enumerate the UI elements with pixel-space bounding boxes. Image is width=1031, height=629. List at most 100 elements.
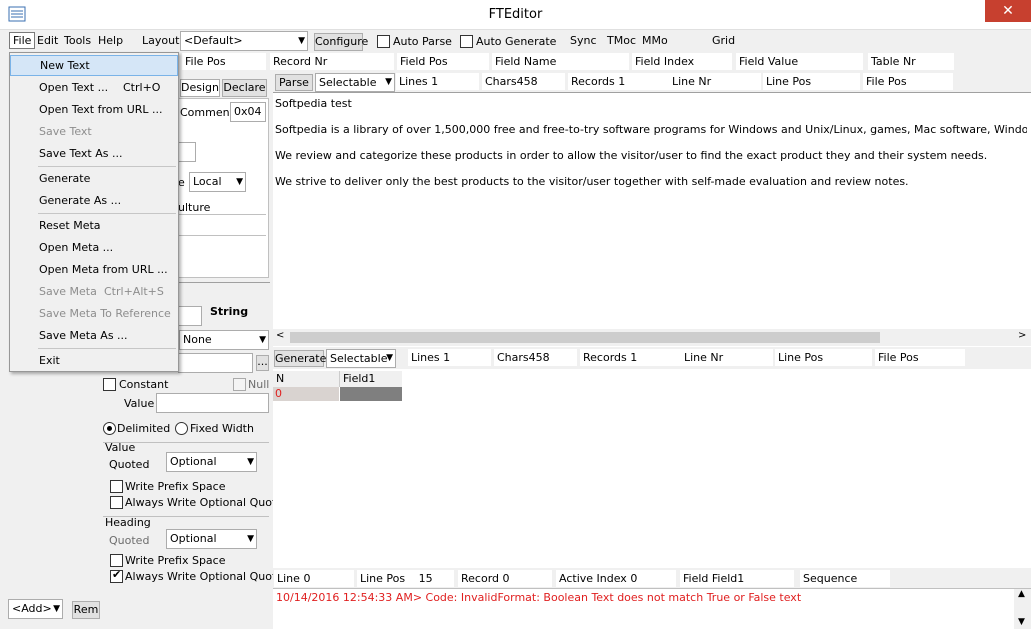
log-panel[interactable]: 10/14/2016 12:54:33 AM> Code: InvalidFor… — [273, 588, 1031, 629]
grid-cell-field1[interactable] — [340, 387, 402, 401]
hdr-field-name: Field Name — [492, 53, 629, 70]
menu-help[interactable]: Help — [98, 34, 123, 47]
add-select[interactable]: <Add> ▼ — [8, 599, 63, 619]
tab-design[interactable]: Design — [180, 79, 220, 97]
chevron-down-icon: ▼ — [386, 353, 393, 363]
menu-separator — [38, 213, 176, 214]
menu-item-reset-meta[interactable]: Reset Meta — [10, 215, 178, 236]
generate-line-nr: Line Nr — [681, 349, 773, 366]
shortcut-label: Ctrl+Alt+S — [104, 285, 164, 298]
status-line: Line 0 — [274, 570, 354, 587]
parse-chars: Chars458 — [482, 73, 565, 90]
sync-button[interactable]: Sync — [570, 34, 597, 47]
small-field[interactable] — [178, 142, 196, 162]
status-line-pos: Line Pos 15 — [357, 570, 454, 587]
text-horizontal-scrollbar[interactable]: < > — [273, 329, 1031, 346]
heading-quoted-label: Quoted — [109, 534, 150, 547]
ellipsis-button[interactable]: ... — [256, 355, 269, 371]
tab-declare[interactable]: Declare — [222, 79, 267, 97]
heading-write-prefix-space-label: Write Prefix Space — [125, 554, 226, 567]
tmoc-button[interactable]: TMoc — [607, 34, 636, 47]
heading-always-write-optional-quote-checkbox[interactable] — [110, 568, 123, 583]
text-editor[interactable]: Softpedia test Softpedia is a library of… — [273, 92, 1031, 347]
menu-item-open-text-url[interactable]: Open Text from URL ... — [10, 99, 178, 120]
menu-item-open-meta-url[interactable]: Open Meta from URL ... — [10, 259, 178, 280]
menu-item-save-meta-as[interactable]: Save Meta As ... — [10, 325, 178, 346]
chevron-down-icon: ▼ — [53, 604, 60, 614]
partial-label: e — [178, 176, 185, 189]
text-line: Softpedia test — [275, 97, 352, 110]
menu-item-open-text[interactable]: Open Text ... Ctrl+O — [10, 77, 178, 98]
constant-checkbox[interactable] — [103, 378, 116, 391]
menu-item-save-meta-reference[interactable]: Save Meta To Reference — [10, 303, 178, 324]
parse-lines: Lines 1 — [396, 73, 479, 90]
menu-edit[interactable]: Edit — [37, 34, 58, 47]
menu-item-new-text[interactable]: New Text — [10, 55, 178, 76]
generate-records: Records 1 — [580, 349, 681, 366]
null-checkbox[interactable] — [233, 378, 246, 391]
menu-item-save-meta[interactable]: Save Meta Ctrl+Alt+S — [10, 281, 178, 302]
parse-file-pos: File Pos — [863, 73, 953, 90]
menu-layout[interactable]: Layout — [142, 34, 179, 47]
menu-separator — [38, 166, 176, 167]
chevron-left-icon[interactable]: < — [276, 330, 284, 341]
write-prefix-space-checkbox[interactable] — [110, 480, 123, 493]
always-write-optional-quote-checkbox[interactable] — [110, 496, 123, 509]
mmo-button[interactable]: MMo — [642, 34, 668, 47]
menu-item-generate-as[interactable]: Generate As ... — [10, 190, 178, 211]
menu-item-exit[interactable]: Exit — [10, 350, 178, 371]
text-line: We strive to deliver only the best produ… — [275, 175, 909, 188]
title-bar: FTEditor ✕ — [0, 0, 1031, 30]
scroll-thumb[interactable] — [290, 332, 880, 343]
small-field-2[interactable] — [178, 306, 202, 326]
text-field[interactable] — [178, 353, 253, 373]
local-select[interactable]: Local ▼ — [189, 172, 246, 192]
record-grid[interactable]: N Field1 0 — [273, 369, 1031, 568]
close-icon[interactable]: ✕ — [985, 0, 1031, 22]
auto-parse-checkbox[interactable] — [377, 35, 390, 48]
value-field[interactable] — [156, 393, 269, 413]
menu-item-save-text-as[interactable]: Save Text As ... — [10, 143, 178, 164]
grid-col-n[interactable]: N — [273, 371, 339, 387]
menu-item-open-meta[interactable]: Open Meta ... — [10, 237, 178, 258]
heading-quoted-select[interactable]: Optional ▼ — [166, 529, 257, 549]
status-active-index: Active Index 0 — [556, 570, 676, 587]
grid-button[interactable]: Grid — [712, 34, 735, 47]
comment-field[interactable]: 0x04 — [230, 102, 266, 122]
heading-write-prefix-space-checkbox[interactable] — [110, 554, 123, 567]
value-label: Value — [124, 397, 155, 410]
shortcut-label: Ctrl+O — [123, 81, 161, 94]
divider — [178, 214, 266, 215]
parse-selectable-select[interactable]: Selectable ▼ — [315, 73, 395, 92]
grid-row-n[interactable]: 0 — [273, 387, 339, 401]
comment-label: Comment — [180, 106, 234, 119]
grid-col-field1[interactable]: Field1 — [339, 371, 402, 387]
hdr-table-nr: Table Nr — [868, 53, 954, 70]
rem-button[interactable]: Rem — [72, 601, 100, 619]
divider — [178, 235, 266, 236]
quoted-select[interactable]: Optional ▼ — [166, 452, 257, 472]
delimited-radio[interactable] — [103, 422, 116, 435]
menu-item-save-text[interactable]: Save Text — [10, 121, 178, 142]
value-section-label: Value — [105, 441, 136, 454]
menu-file[interactable]: File — [9, 32, 36, 49]
chevron-up-icon[interactable]: ▲ — [1018, 589, 1025, 599]
auto-generate-checkbox[interactable] — [460, 35, 473, 48]
menu-tools[interactable]: Tools — [64, 34, 91, 47]
quoted-value: Optional — [170, 455, 217, 468]
configure-button[interactable]: Configure — [314, 33, 368, 51]
status-sequence: Sequence — [800, 570, 890, 587]
chevron-down-icon: ▼ — [298, 36, 305, 46]
generate-selectable-select[interactable]: Selectable ▼ — [326, 349, 396, 368]
chevron-down-icon: ▼ — [259, 335, 266, 345]
generate-button[interactable]: Generate — [274, 350, 326, 367]
none-select[interactable]: None ▼ — [179, 330, 269, 350]
menu-item-generate[interactable]: Generate — [10, 168, 178, 189]
generate-chars: Chars458 — [494, 349, 577, 366]
fixed-width-radio[interactable] — [175, 422, 188, 435]
layout-select[interactable]: <Default> ▼ — [180, 31, 308, 51]
parse-button[interactable]: Parse — [275, 74, 313, 91]
log-vertical-scrollbar[interactable]: ▲ ▼ — [1014, 589, 1031, 629]
chevron-right-icon[interactable]: > — [1018, 330, 1026, 341]
chevron-down-icon[interactable]: ▼ — [1018, 617, 1025, 627]
